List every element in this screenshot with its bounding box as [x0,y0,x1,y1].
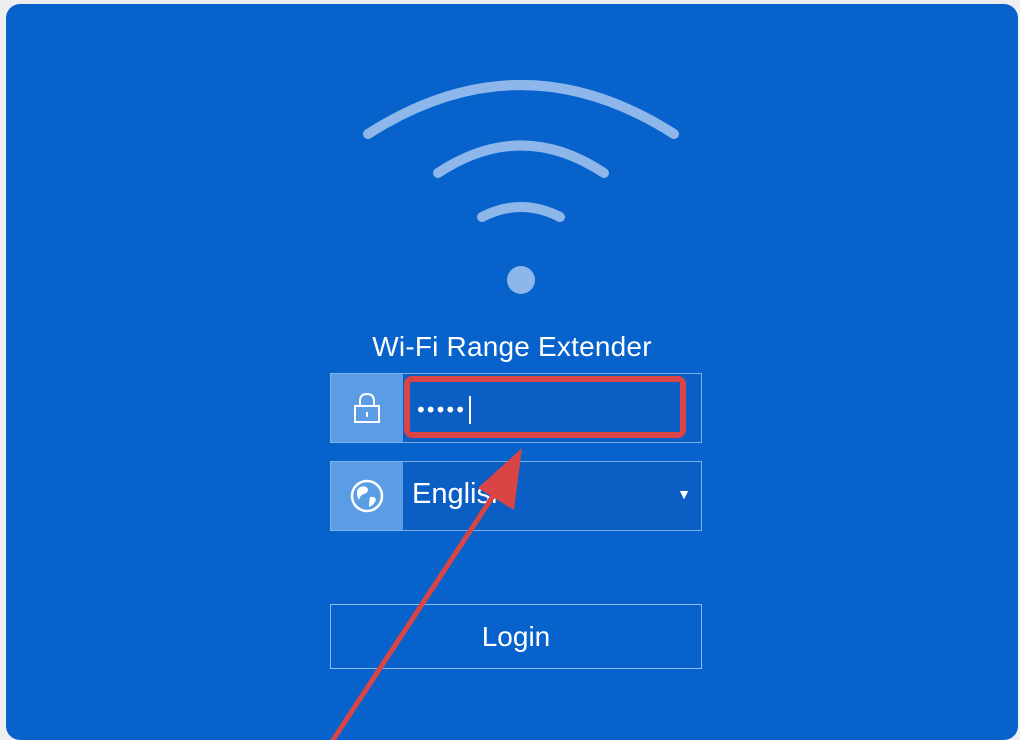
login-button[interactable]: Login [330,604,702,669]
text-cursor [469,396,471,424]
password-field[interactable] [330,373,702,443]
page-title: Wi-Fi Range Extender [372,331,652,362]
login-panel: Wi-Fi Range Extender English ▼ Login [6,4,1018,740]
dropdown-arrow-icon[interactable]: ▼ [677,486,691,502]
password-input[interactable] [413,392,687,428]
wifi-icon [363,80,679,294]
lock-icon [331,374,403,442]
globe-icon [331,462,403,530]
language-select[interactable]: English ▼ [330,461,702,531]
selected-language: English [412,478,508,510]
